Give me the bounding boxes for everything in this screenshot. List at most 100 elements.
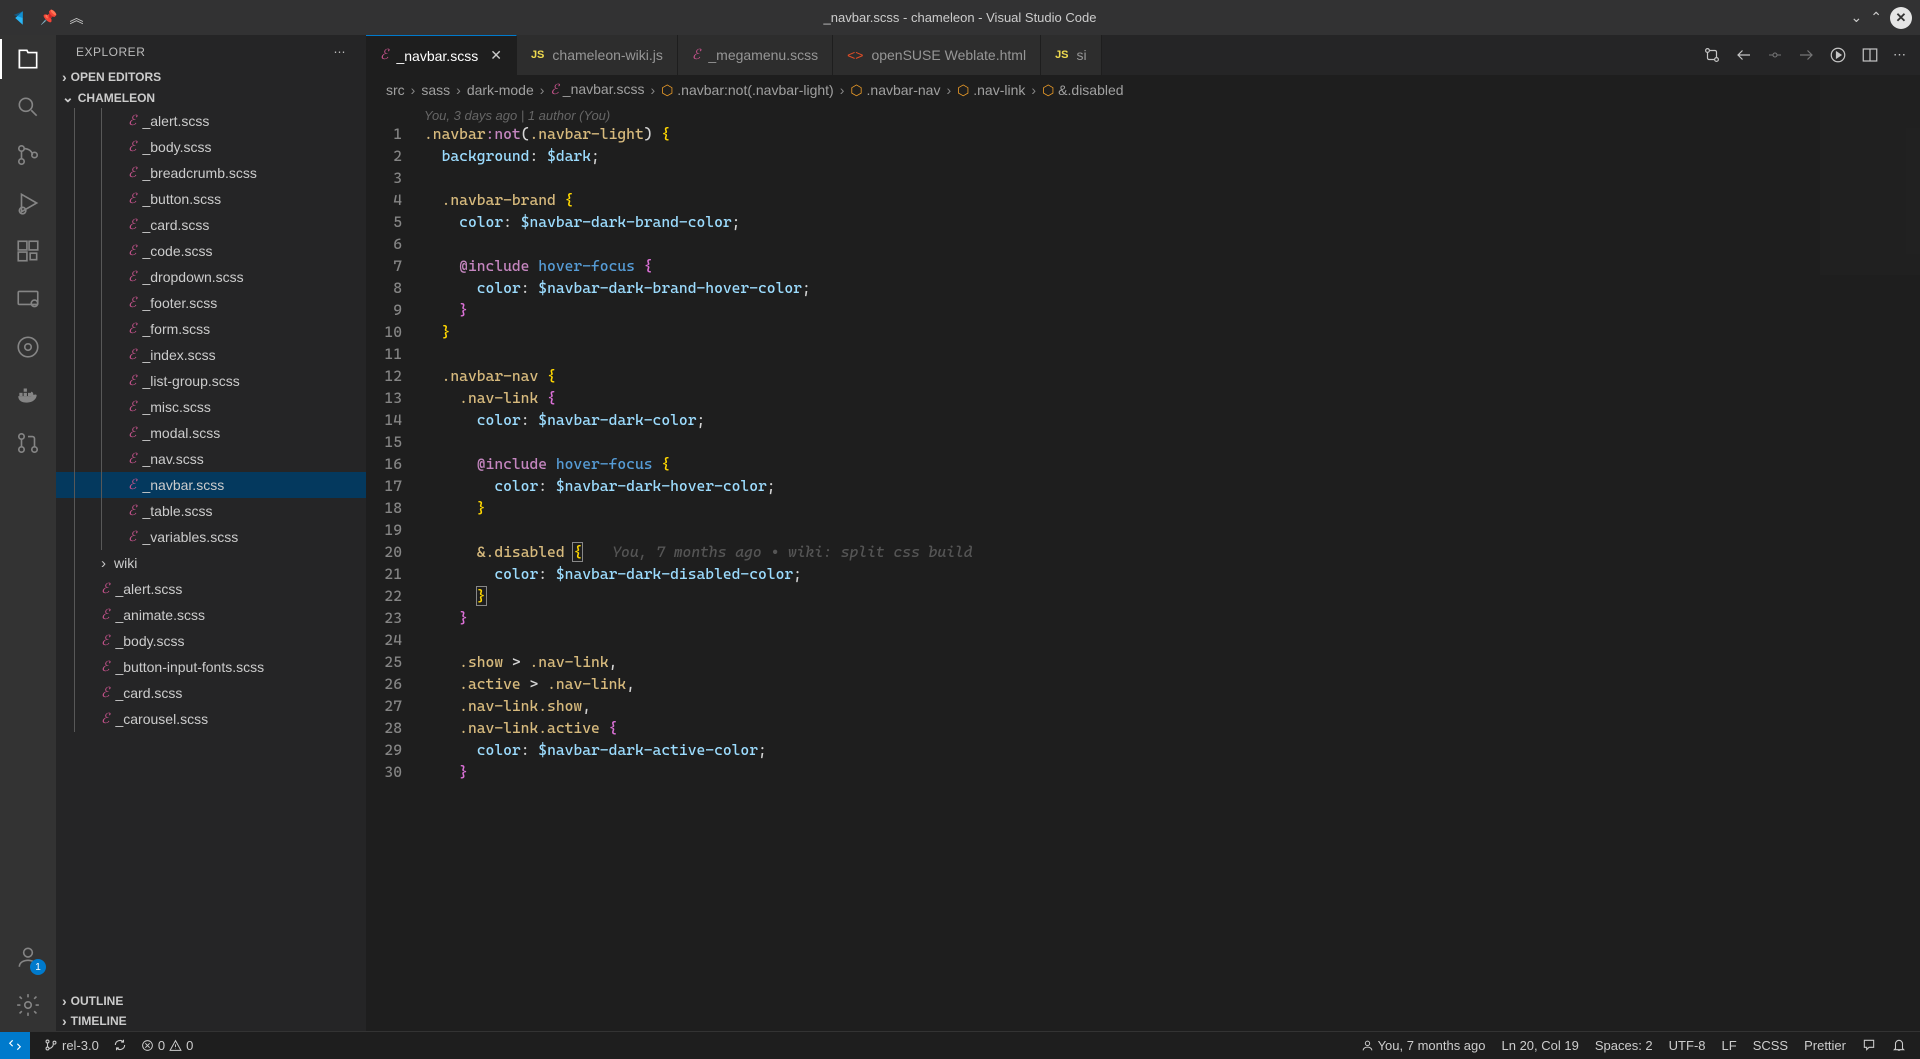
- explorer-sidebar: EXPLORER ⋯ › OPEN EDITORS ⌄ CHAMELEON ℰ_…: [56, 35, 366, 1031]
- breadcrumb-item[interactable]: ⬡ .navbar:not(.navbar-light): [661, 82, 834, 99]
- file-item[interactable]: ℰ_form.scss: [56, 316, 366, 342]
- breadcrumb-item[interactable]: dark-mode: [467, 82, 534, 98]
- breadcrumb-item[interactable]: ⬡ .nav-link: [957, 82, 1025, 99]
- file-item[interactable]: ℰ_body.scss: [56, 134, 366, 160]
- file-item[interactable]: ℰ_variables.scss: [56, 524, 366, 550]
- file-item[interactable]: ℰ_list-group.scss: [56, 368, 366, 394]
- activity-search[interactable]: [14, 93, 42, 121]
- file-name: _breadcrumb.scss: [142, 165, 256, 181]
- minimap[interactable]: [1820, 75, 1920, 275]
- section-project[interactable]: ⌄ CHAMELEON: [56, 87, 366, 108]
- next-change-icon[interactable]: [1797, 46, 1815, 64]
- js-file-icon: JS: [531, 49, 544, 61]
- activity-source-control[interactable]: [14, 141, 42, 169]
- file-item[interactable]: ℰ_alert.scss: [56, 108, 366, 134]
- file-item[interactable]: ℰ_modal.scss: [56, 420, 366, 446]
- activity-gitlens[interactable]: [14, 333, 42, 361]
- file-item[interactable]: ℰ_card.scss: [56, 680, 366, 706]
- tabs-bar: ℰ_navbar.scss✕JSchameleon-wiki.jsℰ_megam…: [366, 35, 1920, 75]
- more-icon[interactable]: ⋯: [334, 45, 347, 59]
- close-button[interactable]: ✕: [1890, 7, 1912, 29]
- status-cursor-position[interactable]: Ln 20, Col 19: [1502, 1038, 1579, 1053]
- editor-tab[interactable]: JSsi: [1041, 35, 1102, 75]
- file-item[interactable]: ℰ_misc.scss: [56, 394, 366, 420]
- editor-tab[interactable]: JSchameleon-wiki.js: [517, 35, 678, 75]
- activity-settings[interactable]: [14, 991, 42, 1019]
- breadcrumb-item[interactable]: src: [386, 82, 405, 98]
- status-notifications-icon[interactable]: [1892, 1038, 1906, 1052]
- breadcrumb-separator-icon: ›: [1031, 82, 1036, 98]
- editor-tab[interactable]: ℰ_megamenu.scss: [678, 35, 833, 75]
- symbol-class-icon: ⬡: [850, 82, 862, 98]
- file-name: _misc.scss: [142, 399, 210, 415]
- file-item[interactable]: ℰ_navbar.scss: [56, 472, 366, 498]
- file-item[interactable]: ℰ_button-input-fonts.scss: [56, 654, 366, 680]
- chevron-right-icon: ›: [62, 993, 67, 1009]
- codelens-annotation[interactable]: You, 3 days ago | 1 author (You): [366, 108, 1920, 123]
- more-actions-icon[interactable]: ⋯: [1893, 47, 1906, 63]
- activity-run-debug[interactable]: [14, 189, 42, 217]
- file-item[interactable]: ℰ_index.scss: [56, 342, 366, 368]
- activity-docker[interactable]: [14, 381, 42, 409]
- status-formatter[interactable]: Prettier: [1804, 1038, 1846, 1053]
- tab-label: _megamenu.scss: [708, 47, 818, 63]
- folder-item[interactable]: ›wiki: [56, 550, 366, 576]
- chevron-up-double-icon[interactable]: ︽: [69, 8, 83, 28]
- compare-changes-icon[interactable]: [1703, 46, 1721, 64]
- chevron-up-icon[interactable]: ⌃: [1870, 9, 1882, 26]
- titlebar: 📌 ︽ _navbar.scss - chameleon - Visual St…: [0, 0, 1920, 35]
- status-sync[interactable]: [113, 1038, 127, 1052]
- breadcrumb-item[interactable]: sass: [421, 82, 450, 98]
- status-indentation[interactable]: Spaces: 2: [1595, 1038, 1653, 1053]
- file-item[interactable]: ℰ_body.scss: [56, 628, 366, 654]
- status-branch[interactable]: rel-3.0: [44, 1038, 99, 1053]
- prev-change-icon[interactable]: [1735, 46, 1753, 64]
- remote-indicator[interactable]: [0, 1032, 30, 1059]
- editor-tab[interactable]: <>openSUSE Weblate.html: [833, 35, 1041, 75]
- activity-explorer[interactable]: [14, 45, 42, 73]
- file-name: _variables.scss: [142, 529, 238, 545]
- scss-file-icon: ℰ: [128, 477, 136, 494]
- status-eol[interactable]: LF: [1722, 1038, 1737, 1053]
- activity-remote[interactable]: [14, 285, 42, 313]
- status-blame[interactable]: You, 7 months ago: [1361, 1038, 1486, 1053]
- file-name: _form.scss: [142, 321, 210, 337]
- breadcrumbs[interactable]: src›sass›dark-mode›ℰ _navbar.scss›⬡ .nav…: [366, 75, 1920, 105]
- run-icon[interactable]: [1829, 46, 1847, 64]
- file-item[interactable]: ℰ_breadcrumb.scss: [56, 160, 366, 186]
- file-item[interactable]: ℰ_code.scss: [56, 238, 366, 264]
- editor-area: ℰ_navbar.scss✕JSchameleon-wiki.jsℰ_megam…: [366, 35, 1920, 1031]
- pin-icon[interactable]: 📌: [40, 9, 57, 26]
- section-timeline[interactable]: › TIMELINE: [56, 1011, 366, 1031]
- file-item[interactable]: ℰ_card.scss: [56, 212, 366, 238]
- code-lines[interactable]: .navbar:not(.navbar-light) { background:…: [420, 123, 1920, 1031]
- file-item[interactable]: ℰ_button.scss: [56, 186, 366, 212]
- chevron-down-icon[interactable]: ⌄: [1851, 9, 1863, 26]
- file-item[interactable]: ℰ_dropdown.scss: [56, 264, 366, 290]
- file-item[interactable]: ℰ_nav.scss: [56, 446, 366, 472]
- file-item[interactable]: ℰ_alert.scss: [56, 576, 366, 602]
- file-item[interactable]: ℰ_table.scss: [56, 498, 366, 524]
- code-editor[interactable]: 1234567891011121314151617181920212223242…: [366, 123, 1920, 1031]
- status-encoding[interactable]: UTF-8: [1669, 1038, 1706, 1053]
- activity-github-pr[interactable]: [14, 429, 42, 457]
- breadcrumb-item[interactable]: ℰ _navbar.scss: [550, 81, 644, 99]
- split-editor-icon[interactable]: [1861, 46, 1879, 64]
- section-open-editors[interactable]: › OPEN EDITORS: [56, 67, 366, 87]
- file-name: _footer.scss: [142, 295, 217, 311]
- scss-file-icon: ℰ: [128, 139, 136, 156]
- status-language[interactable]: SCSS: [1753, 1038, 1788, 1053]
- file-item[interactable]: ℰ_footer.scss: [56, 290, 366, 316]
- activity-extensions[interactable]: [14, 237, 42, 265]
- editor-tab[interactable]: ℰ_navbar.scss✕: [366, 35, 517, 75]
- file-item[interactable]: ℰ_animate.scss: [56, 602, 366, 628]
- close-tab-icon[interactable]: ✕: [490, 47, 502, 64]
- breadcrumb-item[interactable]: ⬡ .navbar-nav: [850, 82, 940, 99]
- section-outline[interactable]: › OUTLINE: [56, 991, 366, 1011]
- status-feedback-icon[interactable]: [1862, 1038, 1876, 1052]
- breadcrumb-item[interactable]: ⬡ &.disabled: [1042, 82, 1124, 99]
- activity-accounts[interactable]: 1: [14, 943, 42, 971]
- commit-graph-icon[interactable]: [1767, 47, 1783, 63]
- file-item[interactable]: ℰ_carousel.scss: [56, 706, 366, 732]
- status-problems[interactable]: 0 0: [141, 1038, 193, 1053]
